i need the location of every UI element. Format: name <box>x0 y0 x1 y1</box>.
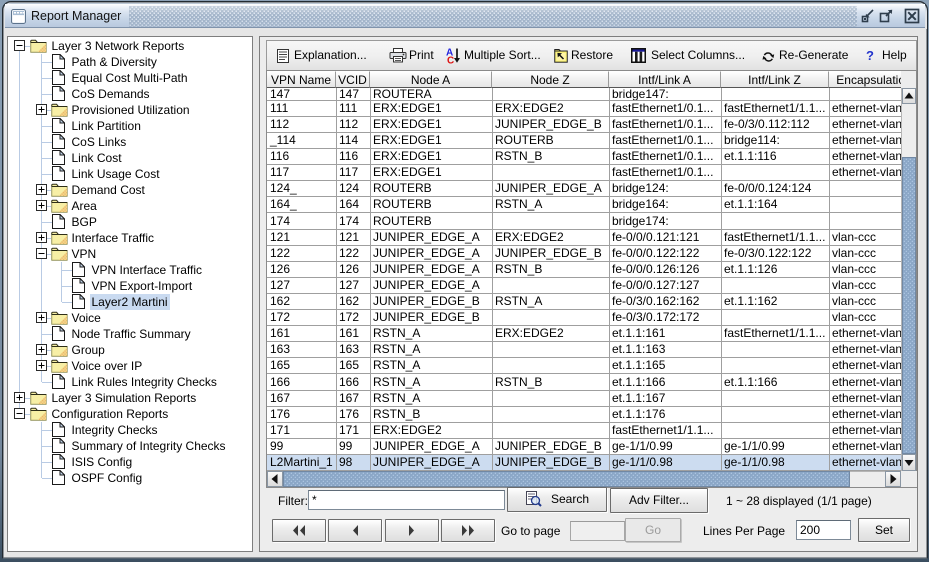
svg-text:C: C <box>447 56 454 65</box>
